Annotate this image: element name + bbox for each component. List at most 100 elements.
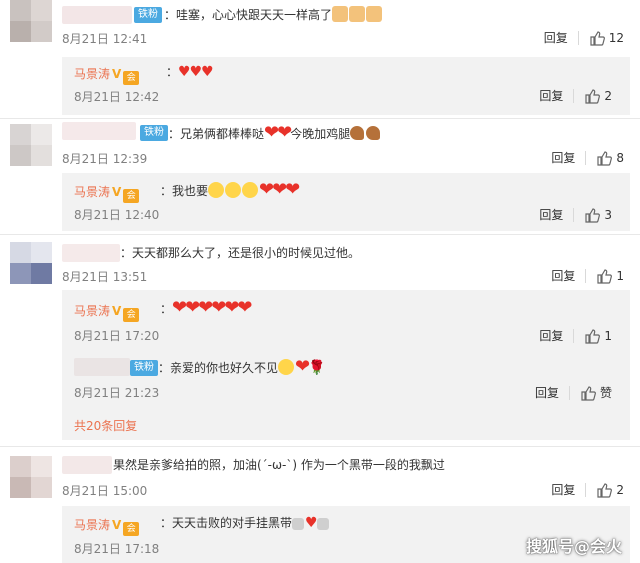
like-count: 2 [616,482,624,497]
reply-item: 马景涛 V 会 ：❤❤❤❤❤❤ 8月21日 17:20 回复 1 [62,290,630,350]
like-button[interactable]: 12 [589,30,624,46]
reply-text: ：天天击败的对手挂黑带 ♥ [160,514,330,532]
like-button[interactable]: 2 [596,482,624,498]
reply-author[interactable]: 马景涛 V 会 [74,65,140,85]
reply-text: ：♥♥♥ [166,64,214,80]
heart-emoji: ❤❤❤ [259,179,300,200]
grin-emoji [225,182,242,198]
divider [0,234,640,235]
reply-time: 8月21日 12:40 [74,208,160,222]
reply-button[interactable]: 回复 [535,384,559,401]
avatar[interactable] [10,242,52,284]
comment-text: ：兄弟俩都棒棒哒❤❤今晚加鸡腿 [168,124,382,143]
tiefen-badge: 铁粉 [134,7,162,23]
like-button[interactable]: 3 [584,207,612,223]
heart-emoji: ❤❤ [264,122,292,143]
reply-text: ：我也要 ❤❤❤ [160,179,300,200]
reply-box: 马景涛 V 会 ：我也要 ❤❤❤ 8月21日 12:40 回复 3 [62,173,630,231]
verified-v-badge: V [112,518,122,532]
vip-badge: 会 [123,71,140,85]
reply-button[interactable]: 回复 [539,327,563,344]
reply-button[interactable]: 回复 [551,149,575,166]
username-blurred[interactable] [62,456,112,474]
thumbs-up-emoji [332,6,349,22]
thumbs-up-icon [597,482,613,498]
divider [585,268,587,283]
verified-v-badge: V [112,67,122,81]
reply-actions: 回复 2 [539,87,612,104]
reply-item: 马景涛 V 会 ：♥♥♥ 8月21日 12:42 回复 2 [62,57,630,117]
thumbs-up-icon [597,268,613,284]
reply-text: ：❤❤❤❤❤❤ [160,297,253,318]
reply-button[interactable]: 回复 [551,267,575,284]
like-count: 3 [604,207,612,222]
comment-actions: 回复 12 [544,29,624,46]
reply-item: 马景涛 V 会 ：我也要 ❤❤❤ 8月21日 12:40 回复 3 [62,173,630,233]
kiss-emoji [278,359,295,375]
vip-badge: 会 [123,522,140,536]
reply-actions: 回复 赞 [535,384,612,401]
divider [568,385,570,400]
reply-time: 8月21日 21:23 [74,386,160,400]
like-label: 赞 [599,386,612,400]
heart-emoji: ♥ [305,515,318,531]
reply-time: 8月21日 17:20 [74,329,160,343]
reply-time: 8月21日 12:42 [74,90,160,104]
divider [573,88,575,103]
divider [585,150,587,165]
reply-button[interactable]: 回复 [539,87,563,104]
thumbs-up-icon [585,88,601,104]
like-count: 2 [604,88,612,103]
chicken-leg-emoji [366,126,381,140]
comment-text-content: ：兄弟俩都棒棒哒 [168,127,265,141]
thumbs-up-emoji [366,6,383,22]
reply-box: 马景涛 V 会 ：♥♥♥ 8月21日 12:42 回复 2 [62,57,630,115]
divider [573,207,575,222]
username-blurred[interactable] [74,358,130,376]
thumbs-up-icon [590,30,605,46]
watermark: 搜狐号@会火 [525,537,622,556]
comment-time: 8月21日 12:39 [62,152,148,166]
grin-emoji [242,182,259,198]
comment-time: 8月21日 15:00 [62,484,148,498]
divider [573,328,575,343]
thumbs-up-icon [585,328,601,344]
heart-emoji: ♥♥♥ [178,64,214,80]
like-count: 8 [616,150,624,165]
thumbs-up-icon [585,207,601,223]
comment-actions: 回复 2 [551,481,624,498]
verified-v-badge: V [112,185,122,199]
like-button[interactable]: 8 [596,150,624,166]
thumbs-up-icon [597,150,613,166]
comment-text: ：哇塞，心心快跟天天一样高了 [164,6,383,24]
like-button[interactable]: 2 [584,88,612,104]
avatar[interactable] [10,0,52,42]
like-button[interactable]: 1 [584,328,612,344]
username-blurred[interactable] [62,122,136,140]
reply-box: 马景涛 V 会 ：❤❤❤❤❤❤ 8月21日 17:20 回复 1 铁粉 ：亲爱的你也… [62,290,630,440]
reply-item: 铁粉 ：亲爱的你也好久不见 ❤🌹 8月21日 21:23 回复 赞 [62,350,630,410]
more-replies-link[interactable]: 共20条回复 [74,417,137,434]
divider [585,482,587,497]
reply-button[interactable]: 回复 [551,481,575,498]
reply-author[interactable]: 马景涛 V 会 [74,302,140,322]
avatar[interactable] [10,456,52,498]
like-count: 12 [608,30,624,45]
comment-time: 8月21日 12:41 [62,32,148,46]
reply-text: ：亲爱的你也好久不见 ❤🌹 [158,356,326,377]
username-blurred[interactable] [62,244,120,262]
divider [577,30,579,45]
reply-button[interactable]: 回复 [544,29,568,46]
reply-actions: 回复 1 [539,327,612,344]
reply-author[interactable]: 马景涛 V 会 [74,183,140,203]
like-count: 1 [604,328,612,343]
reply-time: 8月21日 17:18 [74,542,160,556]
reply-button[interactable]: 回复 [539,206,563,223]
like-button[interactable]: 赞 [580,384,612,401]
thumbs-up-icon [581,385,596,401]
username-blurred[interactable] [62,6,132,24]
handshake-emoji [316,518,329,530]
reply-author[interactable]: 马景涛 V 会 [74,516,140,536]
avatar[interactable] [10,124,52,166]
like-button[interactable]: 1 [596,268,624,284]
